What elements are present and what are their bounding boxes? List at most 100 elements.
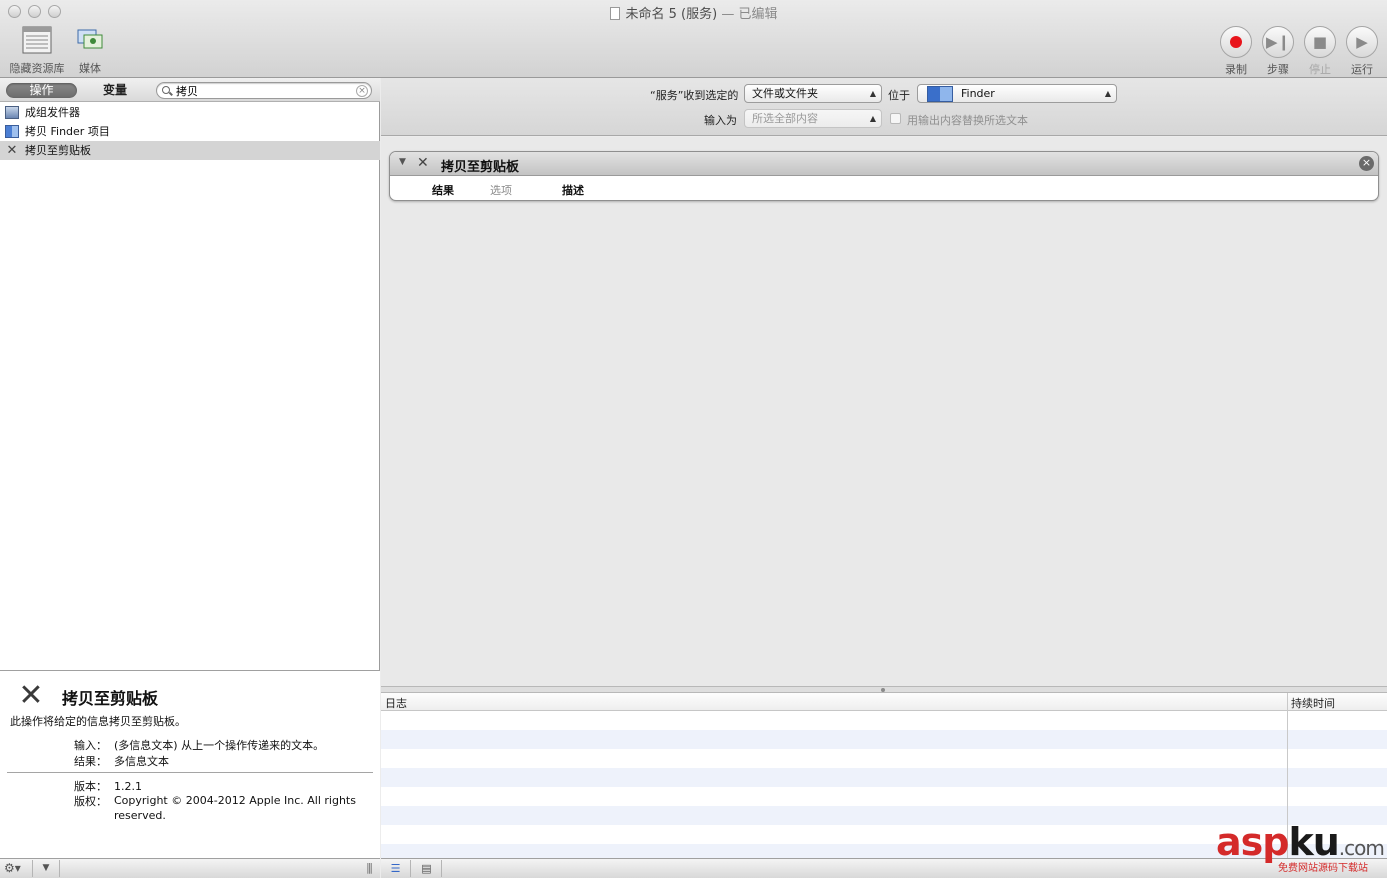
workflow-view-icon[interactable]: ▤ — [412, 860, 442, 877]
tab-actions[interactable]: 操作 — [6, 83, 77, 98]
tab-variables[interactable]: 变量 — [86, 83, 144, 98]
tab-options[interactable]: 选项 — [490, 182, 512, 198]
step-button[interactable]: ▶❙ 步骤 — [1260, 26, 1296, 77]
input-is-label: 输入为 — [704, 114, 737, 127]
copyright-row: 版权： Copyright © 2004-2012 Apple Inc. All … — [74, 793, 364, 823]
watermark-asp: asp — [1216, 820, 1289, 864]
search-icon — [162, 86, 170, 94]
popup-arrows-icon: ▲ — [869, 89, 876, 98]
tab-results[interactable]: 结果 — [432, 182, 454, 198]
copyright-label: 版权： — [74, 795, 107, 808]
step-label: 步骤 — [1267, 63, 1289, 76]
filter-menu-button[interactable]: ▼ — [32, 860, 60, 877]
tools-icon: ✕ — [6, 143, 18, 158]
description-title: 拷贝至剪贴板 — [62, 689, 159, 708]
document-icon — [609, 7, 620, 20]
search-input[interactable] — [176, 84, 356, 97]
divider — [7, 772, 373, 773]
workflow-canvas[interactable]: ▼ ✕ 拷贝至剪贴板 × 结果 选项 描述 — [381, 137, 1387, 686]
receives-label: “服务”收到选定的 — [650, 89, 739, 102]
search-field[interactable]: × — [156, 82, 372, 99]
replace-selected-label: 用输出内容替换所选文本 — [907, 114, 1028, 127]
description-text: 此操作将给定的信息拷贝至剪贴板。 — [10, 715, 186, 728]
log-splitter[interactable] — [381, 686, 1387, 693]
version-label: 版本： — [74, 780, 107, 793]
receives-type-popup[interactable]: 文件或文件夹 ▲ — [744, 84, 882, 103]
run-label: 运行 — [1351, 63, 1373, 76]
list-item[interactable]: 成组发件器 — [0, 103, 380, 122]
description-pane: ✕ 拷贝至剪贴板 此操作将给定的信息拷贝至剪贴板。 输入： (多信息文本) 从上一… — [0, 670, 380, 858]
list-view-icon[interactable]: ☰ — [381, 860, 411, 877]
gear-icon[interactable]: ⚙▾ — [4, 861, 21, 875]
result-row: 结果： 多信息文本 — [74, 753, 169, 769]
run-round: ▶ — [1346, 26, 1378, 58]
window-title-text: 未命名 5 (服务) — [625, 7, 718, 22]
media-icon — [77, 29, 103, 49]
watermark-com: .com — [1338, 836, 1385, 860]
popup-arrows-icon: ▲ — [869, 114, 876, 123]
record-label: 录制 — [1225, 63, 1247, 76]
log-column-header[interactable]: 日志 — [385, 695, 407, 711]
close-icon[interactable]: × — [1359, 156, 1374, 171]
stop-icon: ■ — [1312, 33, 1328, 51]
tab-description[interactable]: 描述 — [562, 182, 584, 198]
list-item-label: 拷贝至剪贴板 — [25, 144, 91, 157]
library-panel: 操作 变量 × 成组发件器 拷贝 Finder 项目 ✕ 拷贝至剪贴板 — [0, 78, 380, 878]
action-header[interactable]: ▼ ✕ 拷贝至剪贴板 × — [390, 152, 1378, 176]
automator-window: 未命名 5 (服务) — 已编辑 隐藏资源库 媒体 录制 ▶❙ 步骤 ■ 停止 … — [0, 0, 1387, 878]
tools-icon: ✕ — [18, 678, 44, 713]
stop-button[interactable]: ■ 停止 — [1302, 26, 1338, 77]
copyright-value: Copyright © 2004-2012 Apple Inc. All rig… — [114, 794, 356, 822]
watermark-logo: aspku.com 免费网站源码下载站 — [1216, 820, 1385, 874]
step-icon: ▶❙ — [1265, 33, 1291, 51]
service-settings: “服务”收到选定的 文件或文件夹 ▲ 位于 Finder ▲ 输入为 所选全部内… — [381, 78, 1387, 136]
edited-indicator: — 已编辑 — [721, 7, 778, 22]
list-item[interactable]: ✕ 拷贝至剪贴板 — [0, 141, 380, 160]
version-value: 1.2.1 — [114, 780, 142, 793]
version-row: 版本： 1.2.1 — [74, 778, 142, 794]
input-is-value: 所选全部内容 — [752, 112, 818, 125]
record-round — [1220, 26, 1252, 58]
clear-search-icon[interactable]: × — [356, 85, 368, 97]
workflow-panel: “服务”收到选定的 文件或文件夹 ▲ 位于 Finder ▲ 输入为 所选全部内… — [381, 78, 1387, 878]
split-grip-icon[interactable]: ||| — [366, 861, 373, 874]
list-item-label: 拷贝 Finder 项目 — [25, 125, 110, 138]
action-title: 拷贝至剪贴板 — [441, 160, 520, 175]
window-title: 未命名 5 (服务) — 已编辑 — [0, 3, 1387, 22]
duration-column-header[interactable]: 持续时间 — [1291, 695, 1335, 711]
hide-library-button[interactable]: 隐藏资源库 — [7, 26, 67, 76]
tools-icon: ✕ — [417, 155, 429, 171]
result-value: 多信息文本 — [114, 755, 169, 768]
toolbar: 未命名 5 (服务) — 已编辑 隐藏资源库 媒体 录制 ▶❙ 步骤 ■ 停止 … — [0, 0, 1387, 78]
library-icon — [22, 26, 52, 54]
application-value: Finder — [961, 87, 995, 100]
input-value: (多信息文本) 从上一个操作传递来的文本。 — [114, 739, 325, 752]
record-icon — [1230, 36, 1242, 48]
table-row — [381, 730, 1387, 749]
step-round: ▶❙ — [1262, 26, 1294, 58]
finder-icon — [5, 125, 19, 138]
library-bottom-bar: ⚙▾ ▼ ||| — [0, 858, 380, 878]
input-label: 输入： — [74, 739, 107, 752]
in-label: 位于 — [888, 89, 910, 102]
disclosure-triangle-icon[interactable]: ▼ — [399, 157, 406, 167]
input-row: 输入： (多信息文本) 从上一个操作传递来的文本。 — [74, 737, 324, 753]
finder-icon — [927, 86, 953, 102]
list-item[interactable]: 拷贝 Finder 项目 — [0, 122, 380, 141]
action-list: 成组发件器 拷贝 Finder 项目 ✕ 拷贝至剪贴板 — [0, 103, 380, 160]
play-icon: ▶ — [1356, 33, 1368, 51]
run-button[interactable]: ▶ 运行 — [1344, 26, 1380, 77]
application-popup[interactable]: Finder ▲ — [917, 84, 1117, 103]
hide-library-label: 隐藏资源库 — [9, 62, 65, 75]
record-button[interactable]: 录制 — [1218, 26, 1254, 77]
table-row — [381, 768, 1387, 787]
popup-arrows-icon: ▲ — [1104, 89, 1111, 98]
media-label: 媒体 — [79, 62, 101, 75]
action-card[interactable]: ▼ ✕ 拷贝至剪贴板 × 结果 选项 描述 — [389, 151, 1379, 201]
list-item-label: 成组发件器 — [25, 106, 80, 119]
input-is-popup[interactable]: 所选全部内容 ▲ — [744, 109, 882, 128]
watermark-ku: ku — [1288, 820, 1339, 864]
replace-selected-checkbox[interactable] — [890, 113, 901, 124]
media-button[interactable]: 媒体 — [72, 26, 108, 76]
result-label: 结果： — [74, 755, 107, 768]
